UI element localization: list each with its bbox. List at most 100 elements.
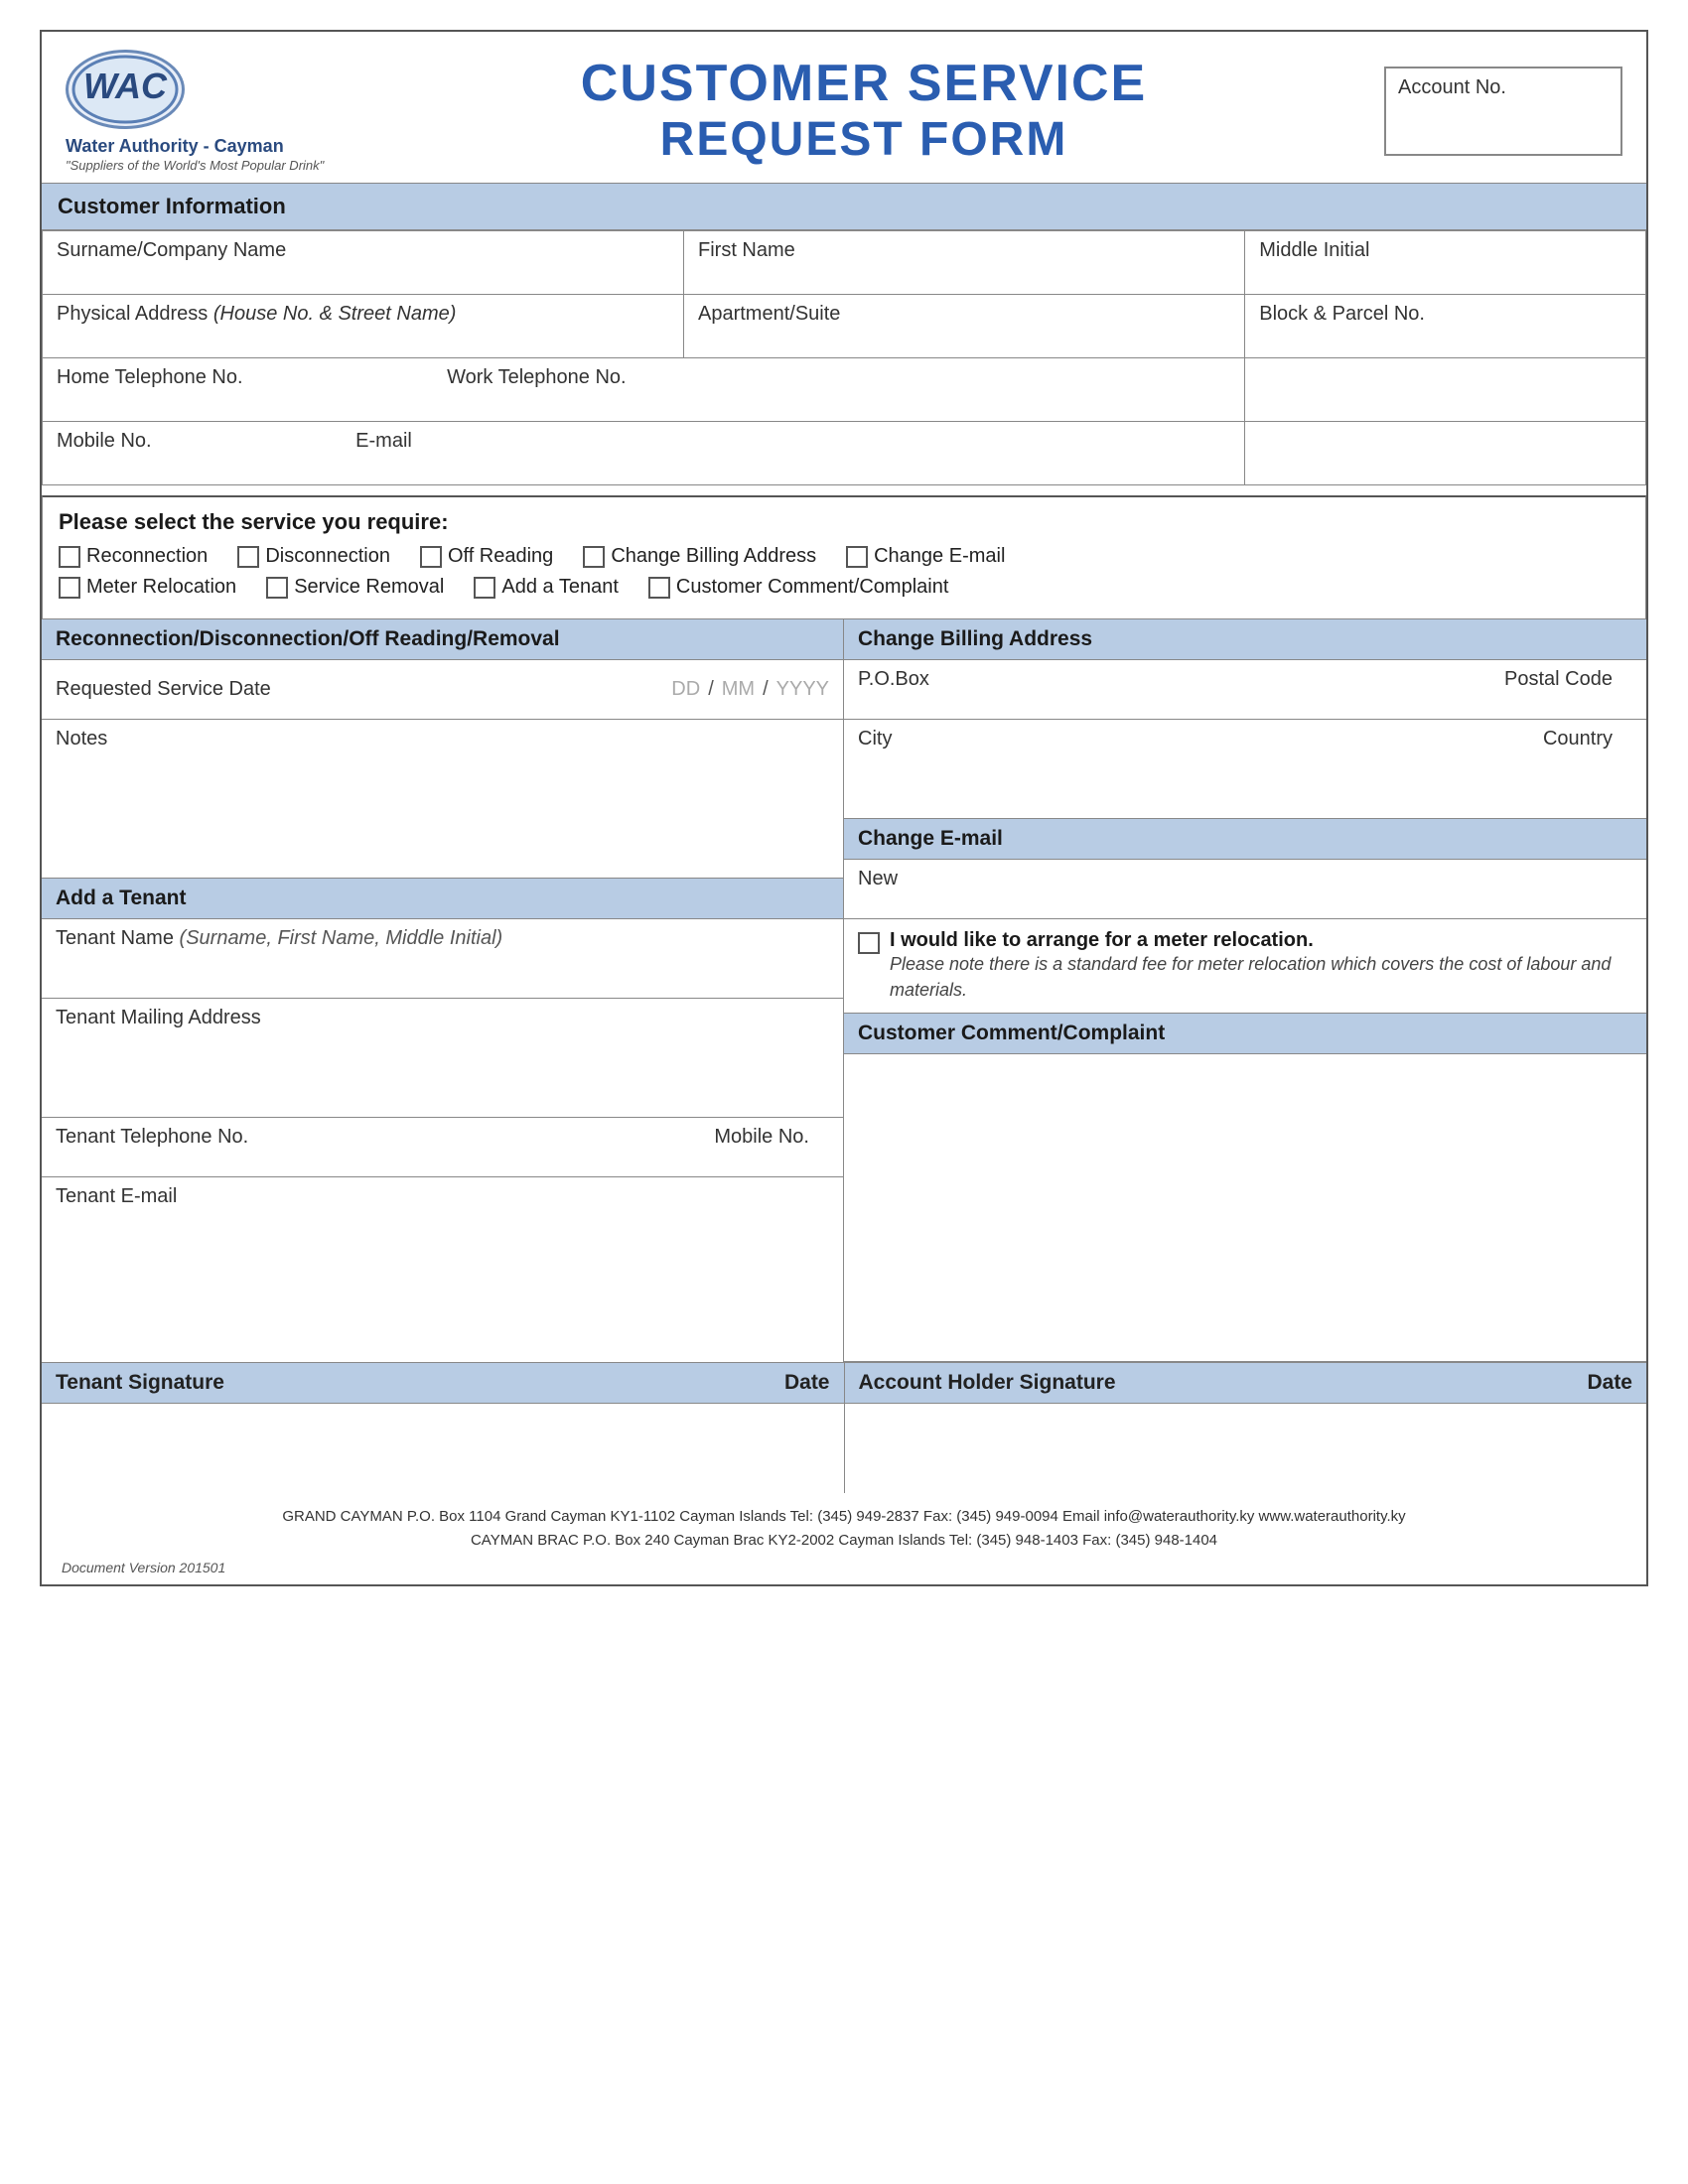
checkbox-row-2: Meter Relocation Service Removal Add a T…	[59, 576, 1629, 599]
tenant-name-label: Tenant Name	[56, 927, 174, 949]
tenant-name-italic: (Surname, First Name, Middle Initial)	[180, 927, 503, 949]
meter-reloc-note: Please note there is a standard fee for …	[890, 952, 1632, 1002]
email-filler	[1245, 422, 1646, 485]
checkbox-add-tenant[interactable]: Add a Tenant	[474, 576, 619, 599]
checkbox-add-tenant-label: Add a Tenant	[501, 576, 619, 599]
checkbox-off-reading[interactable]: Off Reading	[420, 545, 553, 568]
footer-version: Document Version 201501	[62, 1557, 1626, 1578]
tenant-sig-label: Tenant Signature	[56, 1371, 224, 1395]
footer: GRAND CAYMAN P.O. Box 1104 Grand Cayman …	[42, 1493, 1646, 1584]
checkbox-complaint[interactable]: Customer Comment/Complaint	[648, 576, 949, 599]
page-wrapper: WAC Water Authority - Cayman "Suppliers …	[40, 30, 1648, 1586]
checkbox-disconnection-label: Disconnection	[265, 545, 390, 568]
physical-address-label: Physical Address	[57, 303, 208, 325]
work-tel-label: Work Telephone No.	[447, 366, 626, 388]
tenant-mailing-label: Tenant Mailing Address	[56, 1007, 261, 1029]
checkbox-off-reading-label: Off Reading	[448, 545, 553, 568]
checkbox-change-billing-box[interactable]	[583, 546, 605, 568]
date-picker[interactable]: DD / MM / YYYY	[671, 678, 829, 701]
checkbox-change-email-box[interactable]	[846, 546, 868, 568]
new-email-row: New	[844, 860, 1646, 919]
home-tel-label: Home Telephone No.	[57, 366, 243, 388]
checkbox-change-email-label: Change E-mail	[874, 545, 1005, 568]
account-sig-header: Account Holder Signature Date	[845, 1363, 1647, 1404]
tenant-tel-label: Tenant Telephone No.	[56, 1126, 248, 1149]
checkbox-reconnection-label: Reconnection	[86, 545, 208, 568]
footer-line1: GRAND CAYMAN P.O. Box 1104 Grand Cayman …	[62, 1505, 1626, 1529]
mobile-cell: Mobile No. E-mail	[43, 422, 1245, 485]
physical-address-italic: (House No. & Street Name)	[213, 303, 457, 325]
surname-label: Surname/Company Name	[57, 239, 286, 261]
date-dd: DD	[671, 678, 700, 701]
checkbox-service-removal-label: Service Removal	[294, 576, 444, 599]
checkbox-complaint-box[interactable]	[648, 577, 670, 599]
checkbox-service-removal[interactable]: Service Removal	[266, 576, 444, 599]
change-billing-header: Change Billing Address	[844, 619, 1646, 660]
middle-initial-cell: Middle Initial	[1245, 231, 1646, 295]
tenant-sig-cell: Tenant Signature Date	[42, 1363, 845, 1493]
svg-text:WAC: WAC	[83, 66, 168, 106]
block-parcel-label: Block & Parcel No.	[1259, 303, 1425, 325]
checkbox-disconnection[interactable]: Disconnection	[237, 545, 390, 568]
logo-icon: WAC	[66, 50, 185, 129]
checkbox-meter-relocation[interactable]: Meter Relocation	[59, 576, 236, 599]
apartment-label: Apartment/Suite	[698, 303, 840, 325]
service-select-title: Please select the service you require:	[59, 509, 1629, 535]
postal-code-label: Postal Code	[1504, 668, 1613, 691]
tenant-sig-header: Tenant Signature Date	[42, 1363, 844, 1404]
checkbox-add-tenant-box[interactable]	[474, 577, 495, 599]
middle-initial-label: Middle Initial	[1259, 239, 1369, 261]
signature-row: Tenant Signature Date Account Holder Sig…	[42, 1362, 1646, 1493]
service-select-area: Please select the service you require: R…	[42, 495, 1646, 618]
complaint-area	[844, 1054, 1646, 1362]
surname-cell: Surname/Company Name	[43, 231, 684, 295]
checkbox-service-removal-box[interactable]	[266, 577, 288, 599]
complaint-header: Customer Comment/Complaint	[844, 1014, 1646, 1054]
customer-info-header: Customer Information	[42, 183, 1646, 230]
checkbox-change-email[interactable]: Change E-mail	[846, 545, 1005, 568]
requested-date-label: Requested Service Date	[56, 678, 271, 701]
two-col-main: Reconnection/Disconnection/Off Reading/R…	[42, 618, 1646, 1361]
checkbox-change-billing[interactable]: Change Billing Address	[583, 545, 816, 568]
tenant-mobile-label: Mobile No.	[714, 1126, 809, 1149]
title-line1: CUSTOMER SERVICE	[344, 56, 1384, 112]
date-yyyy: YYYY	[776, 678, 829, 701]
account-sig-label: Account Holder Signature	[859, 1371, 1116, 1395]
reconnection-header: Reconnection/Disconnection/Off Reading/R…	[42, 619, 843, 660]
work-tel-filler	[1245, 358, 1646, 422]
requested-date-row: Requested Service Date DD / MM / YYYY	[42, 660, 843, 720]
checkbox-reconnection-box[interactable]	[59, 546, 80, 568]
customer-info-table: Surname/Company Name First Name Middle I…	[42, 230, 1646, 485]
title-line2: REQUEST FORM	[344, 112, 1384, 167]
checkbox-off-reading-box[interactable]	[420, 546, 442, 568]
checkbox-meter-box[interactable]	[59, 577, 80, 599]
block-parcel-cell: Block & Parcel No.	[1245, 295, 1646, 358]
physical-address-cell: Physical Address (House No. & Street Nam…	[43, 295, 684, 358]
tenant-mailing-row: Tenant Mailing Address	[42, 999, 843, 1118]
firstname-cell: First Name	[684, 231, 1245, 295]
tenant-tel-row: Tenant Telephone No. Mobile No.	[42, 1118, 843, 1177]
meter-reloc-checkbox[interactable]	[858, 932, 880, 954]
checkbox-disconnection-box[interactable]	[237, 546, 259, 568]
email-label: E-mail	[355, 430, 412, 452]
title-area: CUSTOMER SERVICE REQUEST FORM	[344, 56, 1384, 167]
account-label: Account No.	[1398, 76, 1506, 99]
right-column: Change Billing Address P.O.Box Postal Co…	[844, 619, 1646, 1361]
tenant-date-label: Date	[784, 1371, 830, 1395]
checkbox-reconnection[interactable]: Reconnection	[59, 545, 208, 568]
tenant-name-row: Tenant Name (Surname, First Name, Middle…	[42, 919, 843, 999]
add-tenant-header: Add a Tenant	[42, 879, 843, 919]
logo-tagline: "Suppliers of the World's Most Popular D…	[66, 158, 324, 173]
date-mm: MM	[722, 678, 755, 701]
apartment-cell: Apartment/Suite	[684, 295, 1245, 358]
home-tel-cell: Home Telephone No. Work Telephone No.	[43, 358, 1245, 422]
pobox-label: P.O.Box	[858, 668, 929, 691]
new-email-label: New	[858, 868, 898, 890]
account-sig-body	[845, 1404, 1647, 1493]
checkbox-row-1: Reconnection Disconnection Off Reading C…	[59, 545, 1629, 568]
footer-line2: CAYMAN BRAC P.O. Box 240 Cayman Brac KY2…	[62, 1529, 1626, 1553]
city-country-row: City Country	[844, 720, 1646, 819]
checkbox-meter-label: Meter Relocation	[86, 576, 236, 599]
meter-reloc-text: I would like to arrange for a meter relo…	[890, 929, 1632, 1002]
tenant-email-label: Tenant E-mail	[56, 1185, 177, 1208]
